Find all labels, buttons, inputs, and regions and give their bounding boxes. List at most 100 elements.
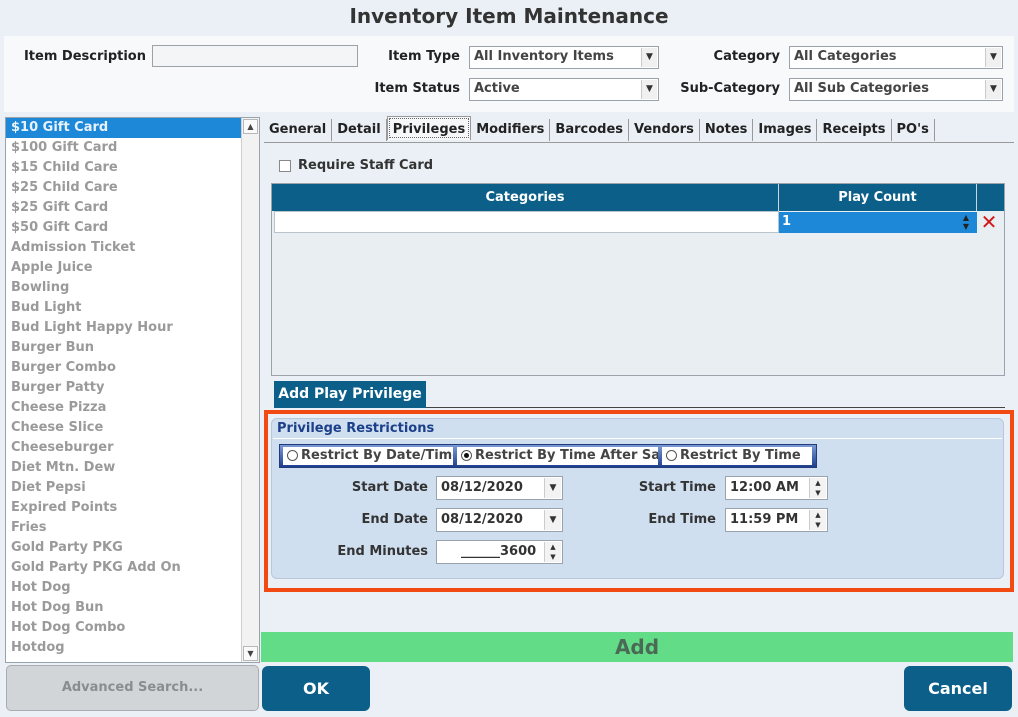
list-item[interactable]: $10 Gift Card	[6, 118, 242, 138]
list-item[interactable]: Burger Combo	[6, 358, 242, 378]
spinner-up-icon[interactable]: ▲	[959, 213, 973, 222]
radio-restrict-by-time[interactable]: Restrict By Time	[662, 447, 812, 465]
chevron-down-icon[interactable]: ▼	[544, 510, 561, 530]
list-item[interactable]: Hot Dog Bun	[6, 598, 242, 618]
tab-general[interactable]: General	[264, 119, 333, 141]
list-item[interactable]: Cheese Slice	[6, 418, 242, 438]
item-type-label: Item Type	[388, 49, 460, 64]
list-item[interactable]: Admission Ticket	[6, 238, 242, 258]
list-item[interactable]: Cheese Pizza	[6, 398, 242, 418]
list-item[interactable]: $25 Child Care	[6, 178, 242, 198]
list-item[interactable]: Diet Mtn. Dew	[6, 458, 242, 478]
category-value: All Categories	[794, 49, 897, 64]
item-type-select[interactable]: All Inventory Items ▼	[469, 46, 659, 69]
scroll-down-icon[interactable]: ▼	[243, 646, 258, 661]
list-item[interactable]: Burger Patty	[6, 378, 242, 398]
grid-cell-category[interactable]	[274, 211, 779, 233]
tab-images[interactable]: Images	[753, 119, 818, 141]
spinner-icon[interactable]: ▲ ▼	[809, 510, 826, 530]
end-time-input[interactable]: 11:59 PM ▲ ▼	[725, 508, 828, 532]
spinner-down-icon[interactable]: ▼	[959, 222, 973, 231]
list-item[interactable]: Hot Dog Combo	[6, 618, 242, 638]
spinner-icon[interactable]: ▲ ▼	[809, 478, 826, 498]
list-item[interactable]: Cheeseburger	[6, 438, 242, 458]
divider	[273, 438, 1002, 439]
cancel-button[interactable]: Cancel	[904, 666, 1012, 711]
list-item[interactable]: $25 Gift Card	[6, 198, 242, 218]
tab-barcodes[interactable]: Barcodes	[550, 119, 630, 141]
radio-icon	[666, 450, 677, 461]
start-time-input[interactable]: 12:00 AM ▲ ▼	[725, 476, 828, 500]
sub-category-label: Sub-Category	[680, 81, 780, 96]
list-item[interactable]: Gold Party PKG	[6, 538, 242, 558]
tab-receipts[interactable]: Receipts	[817, 119, 892, 141]
list-item[interactable]: Apple Juice	[6, 258, 242, 278]
list-item[interactable]: $100 Gift Card	[6, 138, 242, 158]
add-play-privilege-button[interactable]: Add Play Privilege	[274, 381, 426, 408]
item-list-scrollbar[interactable]: ▲ ▼	[241, 118, 259, 662]
end-minutes-input[interactable]: ______3600 ▲ ▼	[436, 540, 563, 564]
list-item[interactable]: Hot Dog	[6, 578, 242, 598]
end-date-picker[interactable]: 08/12/2020 ▼	[436, 508, 563, 532]
grid-header-play-count[interactable]: Play Count	[779, 184, 977, 211]
list-item[interactable]: $50 Gift Card	[6, 218, 242, 238]
privilege-restrictions-title: Privilege Restrictions	[277, 421, 435, 436]
tab-strip: General Detail Privileges Modifiers Barcodes…	[264, 116, 935, 143]
ok-button[interactable]: OK	[262, 666, 370, 711]
chevron-down-icon[interactable]: ▼	[985, 80, 1001, 99]
item-status-value: Active	[474, 81, 520, 96]
end-date-label: End Date	[361, 512, 428, 527]
list-item[interactable]: Bowling	[6, 278, 242, 298]
delete-x-icon[interactable]: ✕	[978, 212, 1000, 233]
end-minutes-label: End Minutes	[337, 544, 428, 559]
item-list-rows: $10 Gift Card $100 Gift Card $15 Child Car…	[6, 118, 259, 658]
tab-modifiers[interactable]: Modifiers	[471, 119, 551, 141]
advanced-search-button[interactable]: Advanced Search...	[6, 665, 259, 711]
sub-category-select[interactable]: All Sub Categories ▼	[789, 78, 1003, 101]
tab-po-s[interactable]: PO's	[892, 119, 935, 141]
chevron-down-icon[interactable]: ▼	[641, 48, 657, 67]
list-item[interactable]: Hotdog	[6, 638, 242, 658]
tab-detail[interactable]: Detail	[332, 119, 387, 141]
radio-icon	[287, 450, 298, 461]
grid-cell-play-count[interactable]: 1	[779, 212, 977, 233]
item-type-value: All Inventory Items	[474, 49, 614, 64]
chevron-down-icon[interactable]: ▼	[985, 48, 1001, 67]
item-status-select[interactable]: Active ▼	[469, 78, 659, 101]
category-select[interactable]: All Categories ▼	[789, 46, 1003, 69]
list-item[interactable]: Gold Party PKG Add On	[6, 558, 242, 578]
chevron-down-icon[interactable]: ▼	[544, 478, 561, 498]
start-time-label: Start Time	[638, 480, 716, 495]
spinner-icon[interactable]: ▲ ▼	[544, 542, 561, 562]
sub-category-value: All Sub Categories	[794, 81, 929, 96]
grid-header-blank	[977, 184, 1004, 211]
list-item[interactable]: Bud Light	[6, 298, 242, 318]
item-description-label: Item Description	[23, 49, 146, 64]
list-item[interactable]: Diet Pepsi	[6, 478, 242, 498]
tab-vendors[interactable]: Vendors	[629, 119, 700, 141]
chevron-down-icon[interactable]: ▼	[641, 80, 657, 99]
inventory-item-list[interactable]: $10 Gift Card $100 Gift Card $15 Child Car…	[5, 117, 260, 663]
radio-restrict-by-time-after-sale[interactable]: Restrict By Time After Sale	[457, 447, 658, 465]
require-staff-card-checkbox[interactable]	[279, 160, 291, 172]
window-title: Inventory Item Maintenance	[349, 4, 669, 28]
radio-restrict-by-date-time[interactable]: Restrict By Date/Time	[283, 447, 453, 465]
list-item[interactable]: Fries	[6, 518, 242, 538]
start-date-label: Start Date	[351, 480, 428, 495]
require-staff-card-label: Require Staff Card	[298, 158, 434, 173]
grid-header-categories[interactable]: Categories	[272, 184, 779, 211]
divider	[426, 407, 1005, 408]
scroll-up-icon[interactable]: ▲	[243, 119, 258, 134]
list-item[interactable]: Expired Points	[6, 498, 242, 518]
list-item[interactable]: $15 Child Care	[6, 158, 242, 178]
privilege-grid: Categories Play Count 1 ▲ ▼ ✕	[271, 183, 1005, 376]
start-date-picker[interactable]: 08/12/2020 ▼	[436, 476, 563, 500]
item-description-input[interactable]	[152, 45, 358, 67]
category-label: Category	[713, 49, 780, 64]
tab-privileges[interactable]: Privileges	[386, 116, 472, 140]
list-item[interactable]: Burger Bun	[6, 338, 242, 358]
list-item[interactable]: Bud Light Happy Hour	[6, 318, 242, 338]
radio-selected-icon	[461, 450, 472, 461]
add-button[interactable]: Add	[261, 632, 1013, 662]
tab-notes[interactable]: Notes	[700, 119, 754, 141]
